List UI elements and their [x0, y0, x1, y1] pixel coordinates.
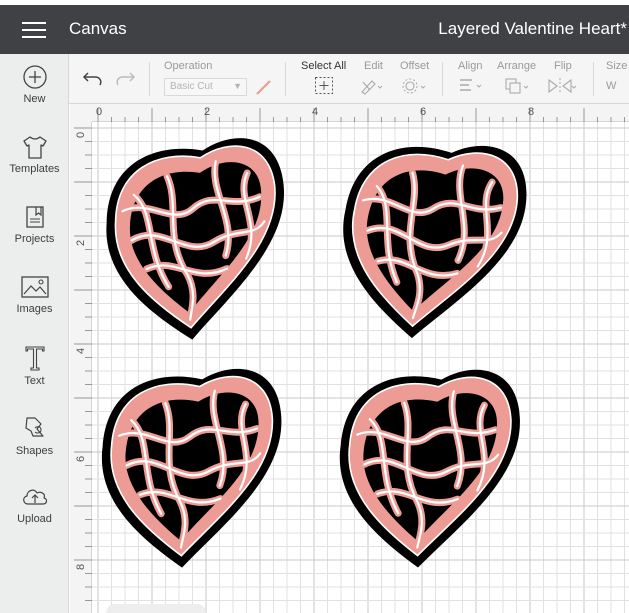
shapes-icon [24, 417, 44, 437]
arrange-label: Arrange [497, 60, 537, 72]
edit-toolbar: Operation Basic Cut ▼ Select All Edit Of… [69, 54, 629, 104]
app-title: Canvas [69, 19, 127, 38]
sidebar-label-templates: Templates [9, 163, 60, 175]
sidebar-label-images: Images [16, 303, 53, 315]
size-width-label: W [606, 80, 617, 92]
ruler-number: 8 [528, 106, 535, 118]
operation-select[interactable]: Basic Cut ▼ [164, 78, 247, 96]
plus-circle-icon [22, 65, 47, 89]
toolbar-separator [149, 62, 150, 96]
sidebar-item-projects[interactable]: Projects [0, 198, 69, 260]
ruler-number: 0 [75, 131, 87, 138]
menu-icon[interactable] [20, 20, 48, 40]
left-sidebar: New Templates Projects Images Text Shape… [0, 54, 69, 613]
sidebar-item-new[interactable]: New [0, 58, 69, 120]
horizontal-ruler: 0 2 4 6 8 [70, 104, 629, 122]
edit-icon [361, 80, 383, 95]
select-all-label[interactable]: Select All [301, 60, 346, 72]
offset-label: Offset [400, 60, 430, 72]
ruler-number: 2 [75, 239, 87, 246]
sidebar-item-text[interactable]: Text [0, 338, 69, 400]
design-canvas[interactable]: 0 2 4 6 8 0 2 4 6 8 [70, 104, 629, 613]
project-title[interactable]: Layered Valentine Heart* [438, 19, 627, 39]
size-label: Size [606, 60, 628, 72]
sidebar-label-text: Text [24, 375, 45, 387]
operation-label: Operation [164, 60, 213, 72]
operation-value: Basic Cut [170, 81, 213, 92]
heart-design[interactable] [338, 139, 529, 344]
canvas-grid [92, 122, 629, 613]
heart-design[interactable] [337, 368, 525, 570]
flip-label: Flip [554, 60, 572, 72]
image-icon [20, 276, 49, 298]
pen-color-icon[interactable] [254, 77, 274, 97]
edit-label: Edit [364, 60, 383, 72]
bookmark-icon [25, 206, 44, 228]
ruler-number: 6 [420, 106, 427, 118]
toolbar-separator [593, 62, 594, 96]
undo-icon[interactable] [81, 68, 105, 88]
toolbar-separator [442, 62, 443, 96]
ruler-number: 2 [204, 106, 211, 118]
sidebar-item-upload[interactable]: Upload [0, 478, 69, 540]
sidebar-label-projects: Projects [14, 233, 55, 245]
arrange-icon [505, 78, 529, 94]
tshirt-icon [22, 136, 47, 159]
sidebar-label-upload: Upload [17, 513, 52, 525]
chevron-down-icon: ▼ [233, 81, 242, 91]
zoom-control[interactable] [106, 604, 206, 613]
app-header: Canvas Layered Valentine Heart* [0, 5, 629, 54]
cloud-upload-icon [22, 489, 47, 505]
ruler-number: 8 [75, 563, 87, 570]
ruler-number: 4 [75, 347, 87, 354]
offset-icon [402, 78, 426, 94]
text-t-icon [24, 346, 45, 371]
sidebar-label-shapes: Shapes [15, 445, 54, 457]
flip-icon [548, 78, 577, 94]
sidebar-item-images[interactable]: Images [0, 268, 69, 330]
ruler-corner [70, 104, 92, 122]
ruler-number: 0 [96, 106, 103, 118]
sidebar-label-new: New [23, 93, 46, 105]
align-icon [460, 79, 482, 91]
sidebar-item-templates[interactable]: Templates [0, 128, 69, 190]
ruler-number: 4 [312, 106, 319, 118]
redo-icon[interactable] [113, 68, 137, 88]
select-all-icon[interactable] [314, 76, 334, 95]
sidebar-item-shapes[interactable]: Shapes [0, 408, 69, 470]
vertical-ruler: 0 2 4 6 8 [70, 104, 92, 613]
heart-design[interactable] [98, 134, 299, 348]
ruler-number: 6 [75, 455, 87, 462]
toolbar-separator [285, 62, 286, 96]
align-label: Align [458, 60, 483, 72]
